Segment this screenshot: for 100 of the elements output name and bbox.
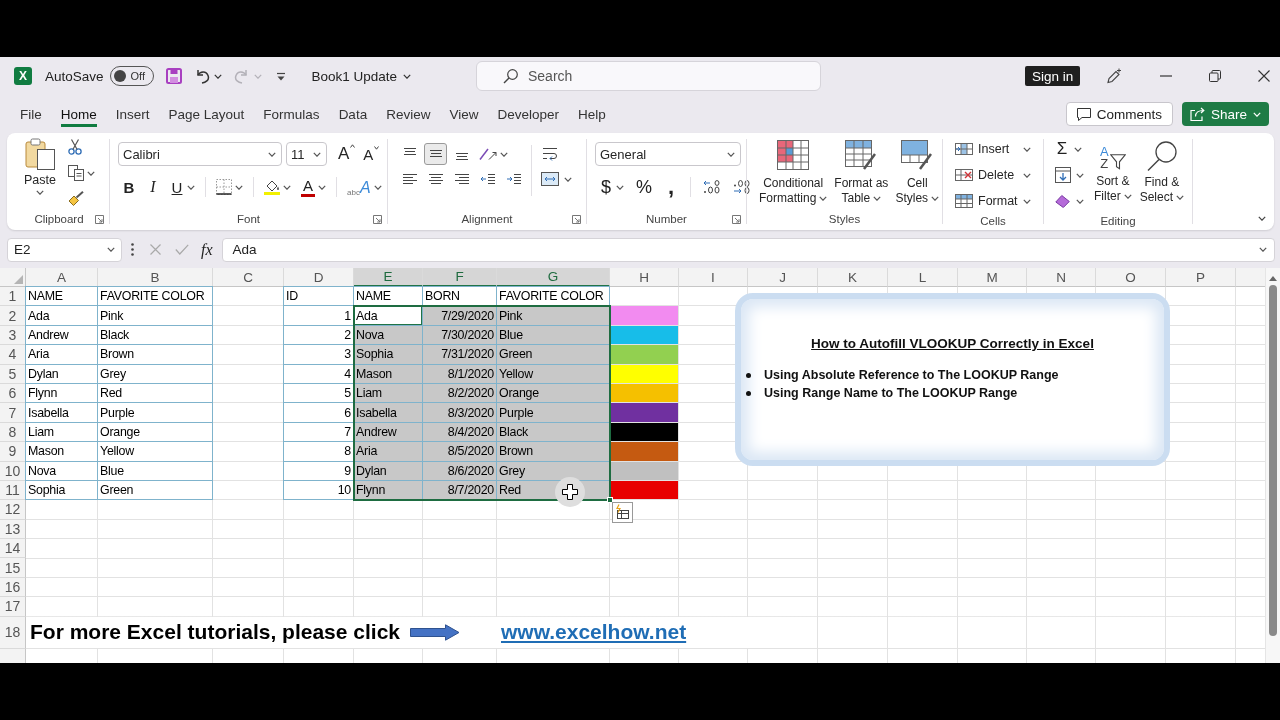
caret-icon[interactable] xyxy=(318,184,326,190)
paint-bucket-icon[interactable] xyxy=(264,179,280,195)
dialog-launcher-icon[interactable] xyxy=(572,214,581,224)
funnel-icon[interactable] xyxy=(1109,154,1126,170)
menu-tab[interactable]: Developer xyxy=(497,101,559,127)
caret-icon[interactable] xyxy=(1023,198,1031,204)
dialog-launcher-icon[interactable] xyxy=(373,214,382,224)
format-cells-icon[interactable] xyxy=(955,194,973,208)
align-right-icon[interactable] xyxy=(453,173,470,185)
percent-button[interactable]: % xyxy=(636,177,652,197)
menu-tab[interactable]: Page Layout xyxy=(168,101,245,127)
conditional-formatting-button[interactable]: Conditional Formatting xyxy=(758,137,829,208)
caret-icon[interactable] xyxy=(213,73,222,79)
caret-icon[interactable] xyxy=(1259,247,1267,252)
sort-filter-button[interactable]: A Z Sort & Filter xyxy=(1093,138,1133,212)
caret-icon[interactable] xyxy=(1258,216,1266,221)
bold-button[interactable]: B xyxy=(122,177,136,197)
paste-button[interactable]: Paste xyxy=(22,133,58,208)
menu-tab[interactable]: Home xyxy=(60,101,97,127)
comma-style-button[interactable]: , xyxy=(664,176,678,198)
sign-in-button[interactable]: Sign in xyxy=(1025,66,1081,86)
italic-button[interactable]: I xyxy=(146,177,160,197)
check-icon[interactable] xyxy=(175,244,189,255)
caret-icon[interactable] xyxy=(283,184,291,190)
caret-icon[interactable] xyxy=(1076,198,1084,204)
caret-icon[interactable] xyxy=(1176,195,1185,200)
find-select-button[interactable]: Find & Select xyxy=(1138,138,1186,212)
autosum-button[interactable]: Σ xyxy=(1055,139,1069,159)
minimize-icon[interactable] xyxy=(1160,75,1173,77)
caret-icon[interactable] xyxy=(1023,172,1031,178)
share-button[interactable]: Share xyxy=(1181,102,1269,126)
pen-icon[interactable] xyxy=(1106,68,1123,84)
caret-icon[interactable] xyxy=(1123,194,1132,199)
cell-brush-icon[interactable] xyxy=(901,140,934,170)
insert-button[interactable]: Insert xyxy=(955,138,1031,160)
scissors-icon[interactable] xyxy=(68,139,82,155)
format-button[interactable]: Format xyxy=(955,190,1031,212)
dialog-launcher-icon[interactable] xyxy=(732,214,741,224)
wrap-arrow-icon[interactable] xyxy=(541,146,558,162)
number-format-dropdown[interactable]: General xyxy=(595,142,741,166)
caret-up-icon[interactable] xyxy=(350,144,356,148)
menu-tab[interactable]: Review xyxy=(386,101,431,127)
underline-button[interactable]: U xyxy=(170,177,184,197)
vertical-scrollbar[interactable] xyxy=(1265,268,1280,663)
caret-icon[interactable] xyxy=(373,184,382,190)
align-center-icon[interactable] xyxy=(427,173,444,185)
clipboard-icon[interactable] xyxy=(25,138,55,170)
table-lightning-icon[interactable] xyxy=(612,502,633,523)
documents-icon[interactable] xyxy=(68,165,84,181)
fill-handle[interactable] xyxy=(607,497,613,503)
menu-tab[interactable]: Insert xyxy=(115,101,150,127)
name-box[interactable]: E2 xyxy=(7,237,122,262)
insert-cells-icon[interactable] xyxy=(955,142,973,156)
speech-bubble-icon[interactable] xyxy=(1076,107,1091,121)
share-icon[interactable] xyxy=(1189,107,1205,121)
diagonal-arrow-icon[interactable] xyxy=(479,147,497,161)
increase-decimal-icon[interactable] xyxy=(703,180,721,194)
caret-icon[interactable] xyxy=(873,196,882,201)
line-triangle-icon[interactable] xyxy=(275,71,286,81)
caret-icon[interactable] xyxy=(313,151,321,157)
currency-button[interactable]: $ xyxy=(599,177,613,197)
caret-icon[interactable] xyxy=(235,184,243,190)
indent-right-arrow-icon[interactable] xyxy=(505,173,522,185)
caret-icon[interactable] xyxy=(187,184,195,190)
up-arrow-icon[interactable] xyxy=(1269,276,1277,281)
comments-button[interactable]: Comments xyxy=(1065,102,1173,126)
dialog-launcher-icon[interactable] xyxy=(95,214,104,224)
close-icon[interactable] xyxy=(1258,70,1271,82)
menu-tab[interactable]: View xyxy=(449,101,479,127)
font-color-button[interactable]: A xyxy=(301,177,315,197)
caret-icon[interactable] xyxy=(1076,172,1084,178)
vertical-dots-icon[interactable] xyxy=(131,243,134,256)
caret-icon[interactable] xyxy=(268,151,276,157)
align-left-icon[interactable] xyxy=(401,173,418,185)
menu-tab[interactable]: Help xyxy=(578,101,606,127)
format-as-table-button[interactable]: Format as Table xyxy=(833,137,890,208)
cell-styles-button[interactable]: Cell Styles xyxy=(894,137,941,208)
document-title-button[interactable]: Book1 Update xyxy=(311,68,412,84)
caret-icon[interactable] xyxy=(403,73,412,79)
caret-icon[interactable] xyxy=(727,151,735,157)
eraser-icon[interactable] xyxy=(1055,194,1071,208)
increase-font-size-button[interactable]: A xyxy=(338,144,356,164)
caret-icon[interactable] xyxy=(1074,146,1082,152)
website-link[interactable]: www.excelhow.net xyxy=(501,620,687,645)
borders-icon[interactable] xyxy=(216,179,232,195)
restore-icon[interactable] xyxy=(1209,70,1222,82)
caret-icon[interactable] xyxy=(500,151,508,157)
caret-icon[interactable] xyxy=(564,176,572,182)
font-name-dropdown[interactable]: Calibri xyxy=(118,142,282,166)
caret-icon[interactable] xyxy=(36,190,44,195)
save-icon[interactable] xyxy=(165,68,182,84)
caret-icon[interactable] xyxy=(931,196,940,201)
menu-tab[interactable]: Data xyxy=(338,101,368,127)
indent-left-arrow-icon[interactable] xyxy=(479,173,496,185)
search-field[interactable]: Search xyxy=(476,61,821,91)
formula-input[interactable]: Ada xyxy=(221,237,1275,262)
font-size-dropdown[interactable]: 11 xyxy=(286,142,327,166)
caret-icon[interactable] xyxy=(107,247,115,252)
caret-icon[interactable] xyxy=(1023,146,1031,152)
decrease-font-size-button[interactable]: A xyxy=(363,145,380,163)
